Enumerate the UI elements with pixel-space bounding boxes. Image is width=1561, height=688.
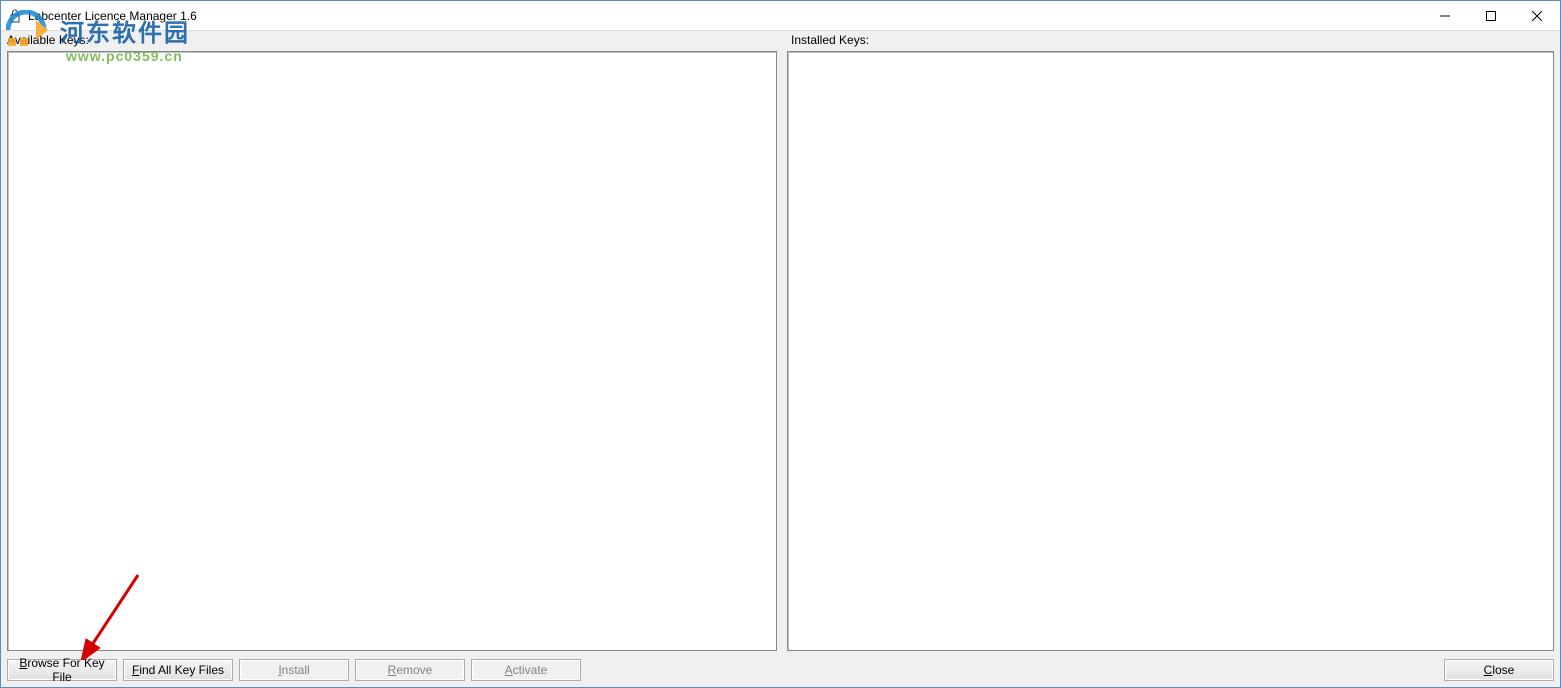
main-window: Labcenter Licence Manager 1.6 Available … — [0, 0, 1561, 688]
minimize-button[interactable] — [1422, 1, 1468, 30]
maximize-button[interactable] — [1468, 1, 1514, 30]
available-keys-label: Available Keys: — [7, 33, 777, 51]
panels-row — [7, 51, 1554, 651]
client-area: Available Keys: Installed Keys: Browse F… — [1, 31, 1560, 687]
window-title: Labcenter Licence Manager 1.6 — [28, 9, 1422, 23]
app-icon — [7, 8, 23, 24]
activate-button: Activate — [471, 659, 581, 681]
find-all-key-files-button[interactable]: Find All Key Files — [123, 659, 233, 681]
window-controls — [1422, 1, 1560, 30]
labels-row: Available Keys: Installed Keys: — [7, 33, 1554, 51]
close-window-button[interactable] — [1514, 1, 1560, 30]
installed-keys-list[interactable] — [787, 51, 1554, 651]
install-button: Install — [239, 659, 349, 681]
button-row: Browse For Key File Find All Key Files I… — [7, 659, 1554, 681]
titlebar: Labcenter Licence Manager 1.6 — [1, 1, 1560, 31]
browse-for-key-file-button[interactable]: Browse For Key File — [7, 659, 117, 681]
available-keys-list[interactable] — [7, 51, 777, 651]
remove-button: Remove — [355, 659, 465, 681]
installed-keys-label: Installed Keys: — [787, 33, 1554, 51]
close-button[interactable]: Close — [1444, 659, 1554, 681]
